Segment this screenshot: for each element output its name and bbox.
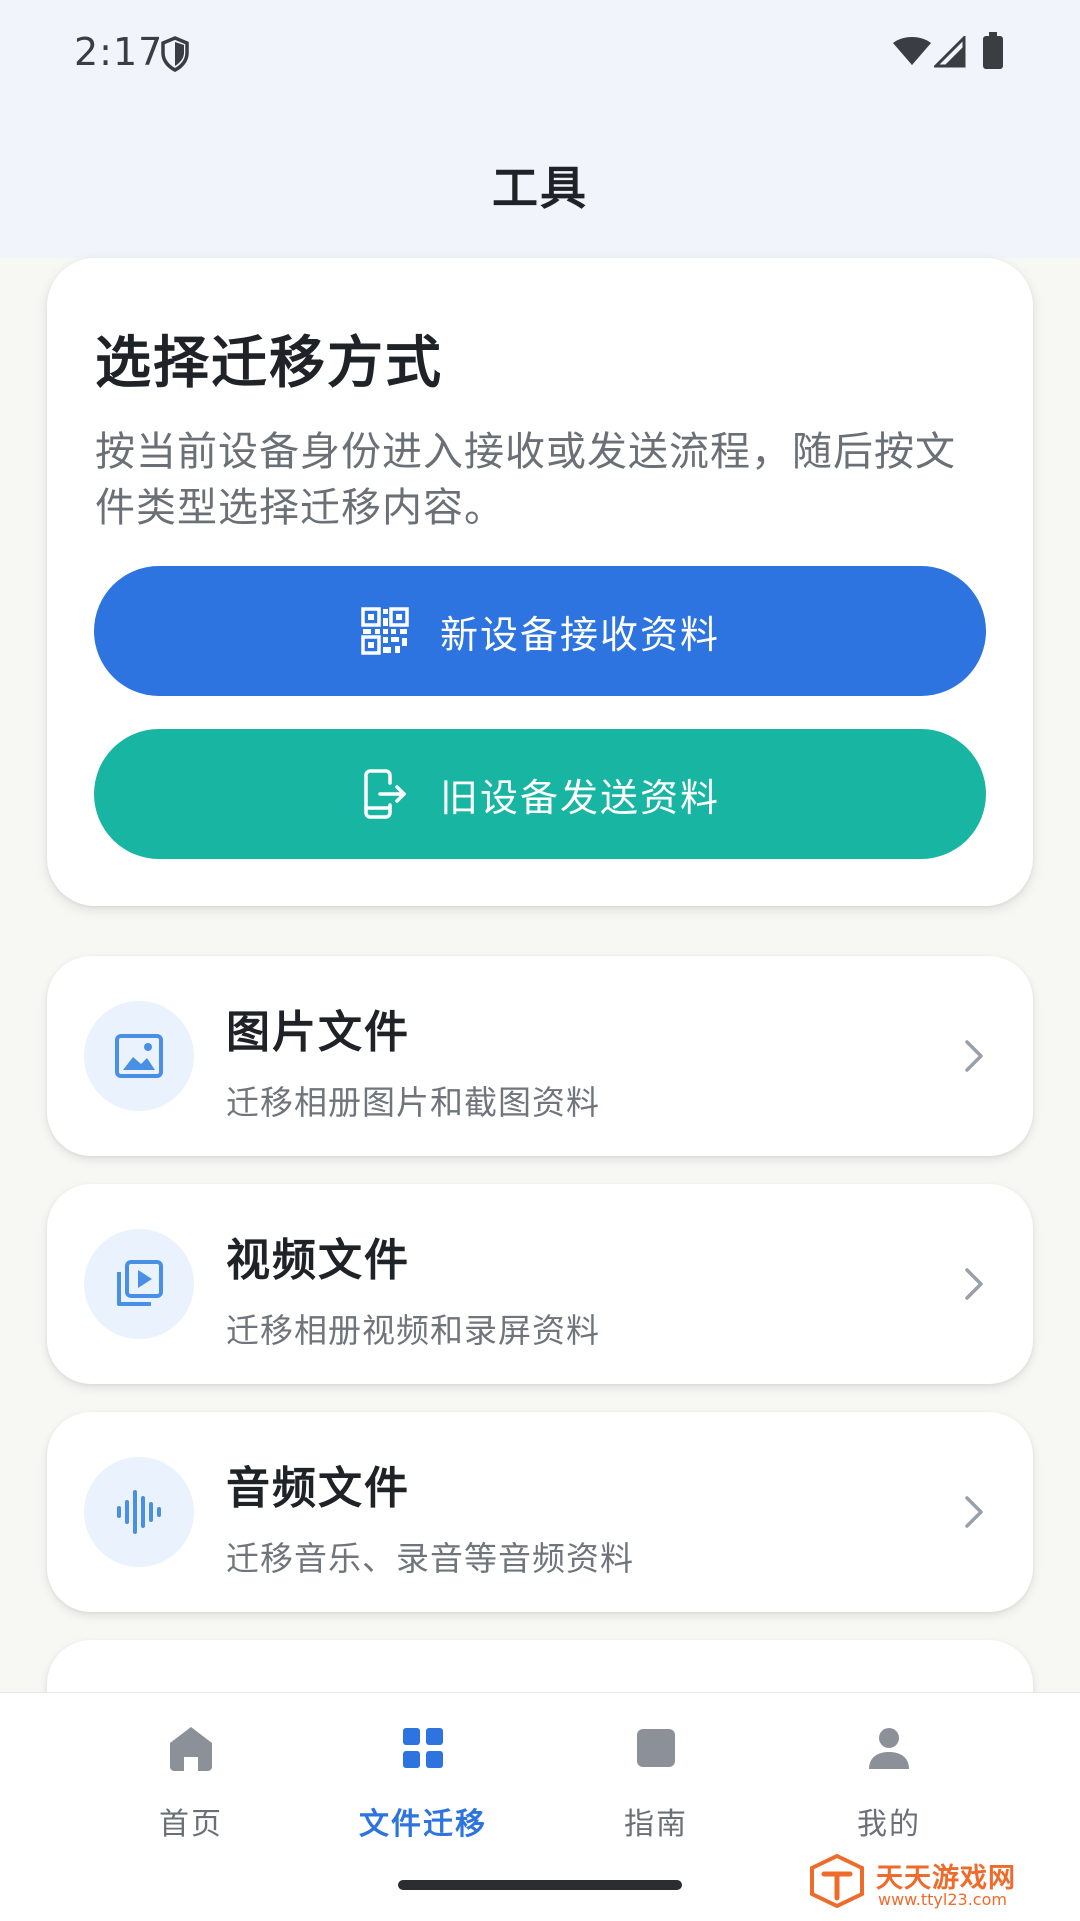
file-type-icon-badge [84, 1001, 194, 1111]
file-type-icon-badge [84, 1229, 194, 1339]
migration-method-card: 选择迁移方式 按当前设备身份进入接收或发送流程，随后按文件类型选择迁移内容。 新… [47, 258, 1033, 906]
file-type-title: 图片文件 [226, 1007, 410, 1058]
file-type-subtitle: 迁移音乐、录音等音频资料 [226, 1539, 634, 1578]
file-type-subtitle: 迁移相册图片和截图资料 [226, 1083, 600, 1122]
receive-data-button[interactable]: 新设备接收资料 [94, 566, 986, 696]
migration-card-description: 按当前设备身份进入接收或发送流程，随后按文件类型选择迁移内容。 [95, 429, 956, 531]
watermark-logo-icon [810, 1854, 864, 1908]
nav-label: 指南 [624, 1807, 688, 1842]
home-icon [170, 1727, 212, 1771]
nav-item-guide[interactable]: 指南 [556, 1723, 756, 1853]
send-data-label: 旧设备发送资料 [439, 775, 720, 820]
nav-item-mine[interactable]: 我的 [789, 1723, 989, 1853]
file-type-title: 音频文件 [226, 1463, 410, 1514]
phone-export-icon [364, 769, 406, 819]
top-area: 2:17 工具 [0, 0, 1080, 258]
migration-card-title: 选择迁移方式 [95, 331, 443, 396]
video-library-icon [117, 1260, 163, 1306]
file-type-item-audio[interactable]: 音频文件 迁移音乐、录音等音频资料 [47, 1412, 1033, 1612]
nav-item-home[interactable]: 首页 [91, 1723, 291, 1853]
shield-icon [161, 36, 189, 72]
nav-label: 文件迁移 [359, 1807, 487, 1842]
qr-code-icon [361, 607, 409, 655]
nav-item-file-migration[interactable]: 文件迁移 [323, 1723, 523, 1853]
chevron-right-icon [965, 1268, 983, 1300]
home-indicator[interactable] [398, 1880, 682, 1890]
receive-data-label: 新设备接收资料 [439, 612, 720, 657]
book-icon [637, 1729, 675, 1767]
page-title: 工具 [492, 161, 588, 215]
battery-icon [983, 32, 1003, 69]
chevron-right-icon [965, 1496, 983, 1528]
audio-wave-icon [117, 1490, 161, 1534]
status-time: 2:17 [74, 30, 164, 74]
person-icon [869, 1728, 909, 1769]
status-bar: 2:17 [0, 0, 1080, 110]
nav-label: 我的 [857, 1807, 921, 1842]
watermark: 天天游戏网 www.ttyl23.com [808, 1854, 1048, 1909]
signal-icon [934, 36, 966, 68]
file-type-item-images[interactable]: 图片文件 迁移相册图片和截图资料 [47, 956, 1033, 1156]
file-type-subtitle: 迁移相册视频和录屏资料 [226, 1311, 600, 1350]
file-type-item-videos[interactable]: 视频文件 迁移相册视频和录屏资料 [47, 1184, 1033, 1384]
wifi-icon [893, 37, 931, 65]
chevron-right-icon [965, 1040, 983, 1072]
watermark-url: www.ttyl23.com [878, 1890, 1007, 1909]
file-type-title: 视频文件 [226, 1235, 410, 1286]
image-icon [115, 1034, 163, 1078]
file-type-icon-badge [84, 1457, 194, 1567]
send-data-button[interactable]: 旧设备发送资料 [94, 729, 986, 859]
grid-icon [403, 1728, 443, 1768]
nav-label: 首页 [159, 1807, 223, 1842]
